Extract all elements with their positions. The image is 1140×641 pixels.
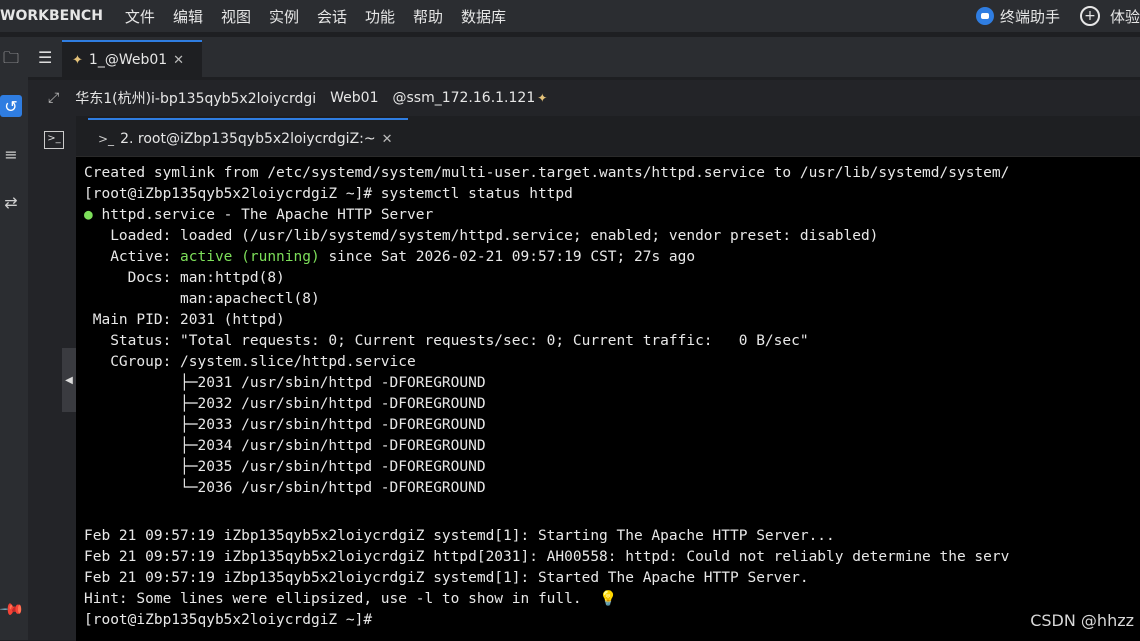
menu-session[interactable]: 会话 [317, 6, 347, 27]
terminal-prompt-icon: >_ [98, 132, 115, 146]
folder-icon[interactable]: 🗀 [0, 48, 22, 71]
history-icon[interactable]: ↺ [0, 95, 22, 117]
terminal-line: ● httpd.service - The Apache HTTP Server [84, 205, 433, 226]
terminal-line: Main PID: 2031 (httpd) [84, 312, 285, 328]
service-title: httpd.service - The Apache HTTP Server [101, 207, 434, 223]
tab-session-label: 1_@Web01 [88, 52, 168, 68]
active-label: Active: [84, 249, 181, 265]
terminal-line: Hint: Some lines were ellipsized, use -l… [84, 589, 617, 610]
terminal-line: Status: "Total requests: 0; Current requ… [84, 333, 809, 349]
tab-terminal-label: 2. root@iZbp135qyb5x2loiycrdgiZ:~ [120, 131, 376, 147]
terminal-line: ├─2031 /usr/sbin/httpd -DFOREGROUND [84, 375, 486, 391]
terminal-line: └─2036 /usr/sbin/httpd -DFOREGROUND [84, 480, 486, 496]
host-info-bar: ⤢ 华东1(杭州)i-bp135qyb5x2loiycrdgi Web01 @s… [28, 80, 1140, 116]
menu-view[interactable]: 视图 [221, 6, 251, 27]
menu-instance[interactable]: 实例 [269, 6, 299, 27]
terminal-line: ├─2033 /usr/sbin/httpd -DFOREGROUND [84, 417, 486, 433]
server-list-icon[interactable]: ≡ [0, 143, 22, 165]
tab-terminal[interactable]: >_ 2. root@iZbp135qyb5x2loiycrdgiZ:~ ✕ [88, 118, 408, 158]
terminal-prompt: [root@iZbp135qyb5x2loiycrdgiZ ~]# [84, 612, 373, 628]
terminal-line: Created symlink from /etc/systemd/system… [84, 165, 1010, 181]
menu-bar: WORKBENCH 文件 编辑 视图 实例 会话 功能 帮助 数据库 终端助手 … [0, 0, 1140, 32]
status-dot-icon: ● [84, 207, 93, 223]
active-status: active (running) [180, 249, 320, 265]
terminal-line: Active: active (running) since Sat 2026-… [84, 247, 695, 268]
terminal-line: Feb 21 09:57:19 iZbp135qyb5x2loiycrdgiZ … [84, 570, 809, 586]
assistant-icon[interactable] [975, 7, 994, 25]
star-icon: ✦ [72, 52, 83, 68]
terminal-output[interactable]: Created symlink from /etc/systemd/system… [76, 156, 1140, 641]
terminal-line: Feb 21 09:57:19 iZbp135qyb5x2loiycrdgiZ … [84, 528, 835, 544]
terminal-line: Docs: man:httpd(8) [84, 270, 285, 286]
app-brand: WORKBENCH [0, 8, 103, 24]
terminal-line: [root@iZbp135qyb5x2loiycrdgiZ ~]# system… [84, 186, 573, 202]
star-icon: ✦ [537, 91, 548, 105]
menu-file[interactable]: 文件 [125, 6, 155, 27]
active-since: since Sat 2026-02-21 09:57:19 CST; 27s a… [319, 249, 696, 265]
menu-database[interactable]: 数据库 [461, 6, 506, 27]
assistant-button[interactable]: 终端助手 [1000, 6, 1060, 27]
menu-edit[interactable]: 编辑 [173, 6, 203, 27]
terminal-icon[interactable]: >_ [44, 131, 64, 149]
terminal-line: CGroup: /system.slice/httpd.service [84, 354, 416, 370]
terminal-line: ├─2034 /usr/sbin/httpd -DFOREGROUND [84, 438, 486, 454]
close-icon[interactable]: ✕ [173, 53, 184, 68]
terminal-line: man:apachectl(8) [84, 291, 320, 307]
terminal-line: Loaded: loaded (/usr/lib/systemd/system/… [84, 228, 879, 244]
menu-function[interactable]: 功能 [365, 6, 395, 27]
watermark: CSDN @hhzz [1030, 611, 1134, 630]
close-icon[interactable]: ✕ [382, 132, 393, 147]
hint-text: Hint: Some lines were ellipsized, use -l… [84, 591, 582, 607]
terminal-line: Feb 21 09:57:19 iZbp135qyb5x2loiycrdgiZ … [84, 549, 1010, 565]
file-transfer-icon[interactable]: ⇄ [0, 191, 22, 213]
menubar-right: 终端助手 + 体验 [975, 0, 1140, 32]
plus-circle-icon[interactable]: + [1079, 6, 1100, 26]
lightbulb-icon[interactable]: 💡 [599, 591, 617, 607]
menu-help[interactable]: 帮助 [413, 6, 443, 27]
host-connection: @ssm_172.16.1.121 [392, 90, 536, 106]
list-icon[interactable]: ☰ [38, 48, 52, 67]
collapse-panel-button[interactable]: ◀ [62, 348, 76, 412]
activity-bar: 🗀 ↺ ≡ ⇄ [0, 37, 28, 640]
tab-session[interactable]: ✦ 1_@Web01 ✕ [62, 40, 202, 78]
terminal-line: ├─2032 /usr/sbin/httpd -DFOREGROUND [84, 396, 486, 412]
experience-button[interactable]: 体验 [1110, 6, 1140, 27]
terminal-line: ├─2035 /usr/sbin/httpd -DFOREGROUND [84, 459, 486, 475]
host-name: Web01 [330, 90, 379, 106]
expand-icon[interactable]: ⤢ [48, 90, 59, 106]
host-region: 华东1(杭州)i-bp135qyb5x2loiycrdgi [75, 91, 317, 107]
